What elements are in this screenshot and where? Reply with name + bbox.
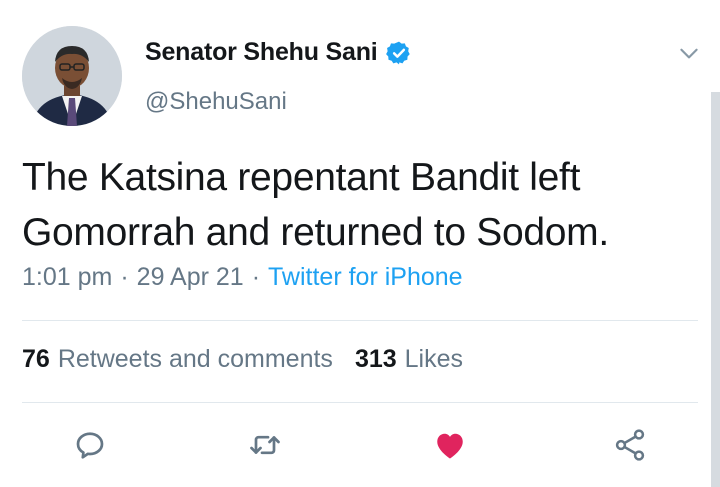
- heart-icon: [437, 433, 463, 459]
- tweet-detail: Senator Shehu Sani @ShehuSani The Katsin…: [0, 0, 720, 487]
- tweet-date[interactable]: 29 Apr 21: [137, 263, 244, 292]
- display-name[interactable]: Senator Shehu Sani: [145, 38, 378, 67]
- author-name-row[interactable]: Senator Shehu Sani: [145, 38, 412, 67]
- reply-icon: [76, 432, 104, 459]
- tweet-time[interactable]: 1:01 pm: [22, 263, 112, 292]
- scrollbar[interactable]: [711, 92, 720, 487]
- like-button[interactable]: [430, 425, 470, 465]
- meta-separator: ·: [251, 263, 261, 291]
- profile-photo-icon: [22, 26, 122, 126]
- reply-button[interactable]: [70, 425, 110, 465]
- tweet-metadata: 1:01 pm · 29 Apr 21 · Twitter for iPhone: [22, 263, 463, 292]
- engagement-stats: 76 Retweets and comments 313 Likes: [22, 345, 463, 374]
- retweets-count: 76: [22, 345, 50, 373]
- retweet-icon: [250, 435, 280, 455]
- author-handle[interactable]: @ShehuSani: [145, 88, 287, 116]
- likes-label: Likes: [404, 345, 464, 373]
- retweets-label: Retweets and comments: [57, 345, 333, 373]
- retweet-button[interactable]: [245, 425, 285, 465]
- tweet-source-link[interactable]: Twitter for iPhone: [268, 263, 463, 292]
- share-icon: [615, 429, 645, 461]
- share-button[interactable]: [610, 425, 650, 465]
- verified-badge-icon: [385, 40, 412, 66]
- divider: [22, 320, 698, 321]
- avatar[interactable]: [22, 26, 122, 126]
- retweets-stat[interactable]: 76 Retweets and comments: [22, 345, 333, 374]
- likes-stat[interactable]: 313 Likes: [355, 345, 463, 374]
- divider: [22, 402, 698, 403]
- meta-separator: ·: [120, 263, 129, 291]
- likes-count: 313: [354, 345, 397, 373]
- tweet-text: The Katsina repentant Bandit left Gomorr…: [22, 156, 609, 254]
- chevron-down-icon[interactable]: [676, 40, 702, 66]
